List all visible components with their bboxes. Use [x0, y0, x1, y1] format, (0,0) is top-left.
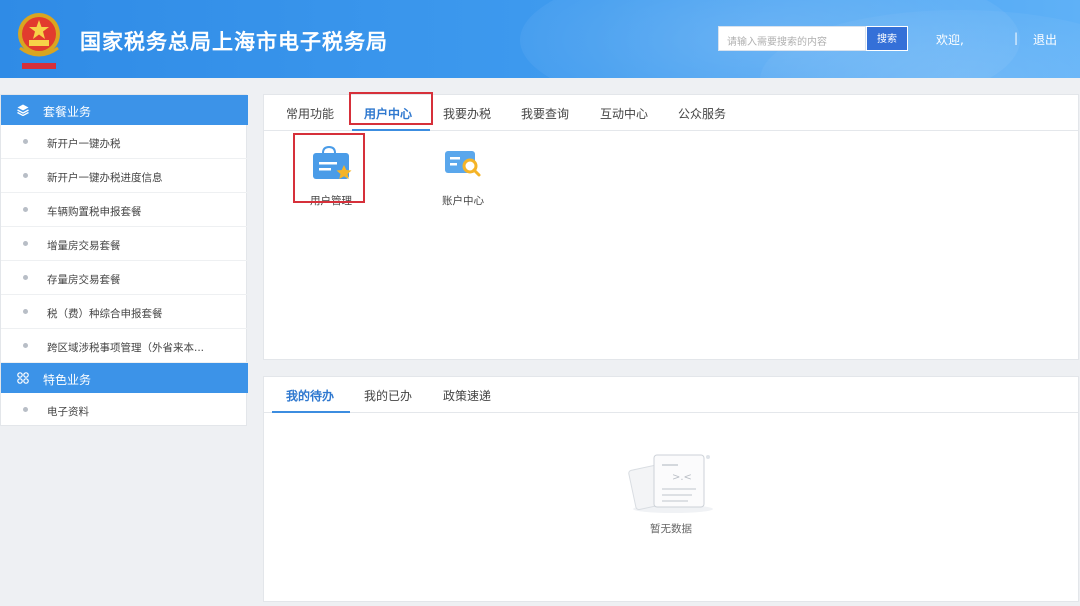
active-tab-indicator — [352, 129, 430, 131]
sidebar-item-new-house-trade[interactable]: 增量房交易套餐 — [1, 227, 248, 261]
bullet-icon — [23, 207, 28, 212]
svg-text:>.<: >.< — [672, 472, 692, 483]
sidebar-item-label: 增量房交易套餐 — [47, 240, 121, 252]
sidebar-item-label: 跨区域涉税事项管理（外省来本... — [47, 342, 205, 354]
tab-public-service[interactable]: 公众服务 — [678, 105, 726, 122]
empty-state-text: 暂无数据 — [650, 523, 692, 535]
function-account-center[interactable]: 账户中心 — [433, 143, 493, 209]
sidebar-section-label: 套餐业务 — [43, 105, 92, 119]
sidebar-item-combined-declaration[interactable]: 税（费）种综合申报套餐 — [1, 295, 248, 329]
sidebar-item-cross-region[interactable]: 跨区域涉税事项管理（外省来本... — [1, 329, 248, 363]
function-panel: 常用功能 用户中心 我要办税 我要查询 互动中心 公众服务 用户管理 账户中心 — [263, 92, 1079, 360]
bullet-icon — [23, 275, 28, 280]
search-button[interactable]: 搜索 — [866, 26, 908, 51]
tab-query[interactable]: 我要查询 — [521, 105, 569, 122]
tasks-panel: 我的待办 我的已办 政策速递 >.< 暂无数据 — [263, 376, 1079, 602]
welcome-text: 欢迎, — [936, 33, 964, 47]
tax-emblem-icon — [18, 13, 60, 69]
account-center-icon — [445, 151, 481, 177]
sidebar-item-new-account-tax[interactable]: 新开户一键办税 — [1, 125, 248, 159]
site-title: 国家税务总局上海市电子税务局 — [80, 30, 388, 54]
tab-common-functions[interactable]: 常用功能 — [286, 105, 334, 122]
sidebar-section-label: 特色业务 — [43, 373, 92, 387]
bullet-icon — [23, 309, 28, 314]
top-header: 国家税务总局上海市电子税务局 请输入需要搜索的内容 搜索 欢迎, | 退出 — [0, 0, 1080, 78]
highlight-box-user-center-tab — [349, 92, 433, 125]
tab-tax-handling[interactable]: 我要办税 — [443, 105, 491, 122]
sidebar: 套餐业务 新开户一键办税 新开户一键办税进度信息 车辆购置税申报套餐 增量房交易… — [0, 94, 248, 427]
tab-interaction-center[interactable]: 互动中心 — [600, 105, 648, 122]
highlight-box-user-management — [293, 133, 365, 203]
tab-my-todo[interactable]: 我的待办 — [286, 387, 334, 404]
empty-document-icon: >.< — [628, 454, 713, 513]
bullet-icon — [23, 343, 28, 348]
grid-icon — [17, 372, 29, 384]
sidebar-item-label: 新开户一键办税 — [47, 138, 121, 150]
sidebar-item-label: 新开户一键办税进度信息 — [47, 172, 163, 184]
function-label: 账户中心 — [442, 195, 484, 207]
bullet-icon — [23, 407, 28, 412]
sidebar-section-featured[interactable]: 特色业务 — [1, 363, 248, 393]
sidebar-item-label: 存量房交易套餐 — [47, 274, 121, 286]
bullet-icon — [23, 241, 28, 246]
sidebar-item-label: 税（费）种综合申报套餐 — [47, 308, 163, 320]
header-separator: | — [1014, 31, 1019, 45]
sidebar-item-label: 车辆购置税申报套餐 — [47, 206, 142, 218]
layers-icon — [17, 104, 29, 116]
tab-policy-express[interactable]: 政策速递 — [443, 387, 491, 404]
search-input[interactable]: 请输入需要搜索的内容 — [718, 26, 866, 51]
sidebar-item-vehicle-tax[interactable]: 车辆购置税申报套餐 — [1, 193, 248, 227]
sidebar-item-label: 电子资料 — [47, 406, 89, 418]
tab-my-done[interactable]: 我的已办 — [364, 387, 412, 404]
sidebar-section-package[interactable]: 套餐业务 — [1, 95, 248, 125]
tasks-tabbar: 我的待办 我的已办 政策速递 — [264, 377, 1078, 413]
sidebar-item-new-account-progress[interactable]: 新开户一键办税进度信息 — [1, 159, 248, 193]
sidebar-item-electronic-documents[interactable]: 电子资料 — [1, 393, 248, 427]
sidebar-item-existing-house-trade[interactable]: 存量房交易套餐 — [1, 261, 248, 295]
bullet-icon — [23, 173, 28, 178]
bullet-icon — [23, 139, 28, 144]
logout-link[interactable]: 退出 — [1033, 31, 1057, 48]
active-tab-indicator — [272, 411, 350, 413]
